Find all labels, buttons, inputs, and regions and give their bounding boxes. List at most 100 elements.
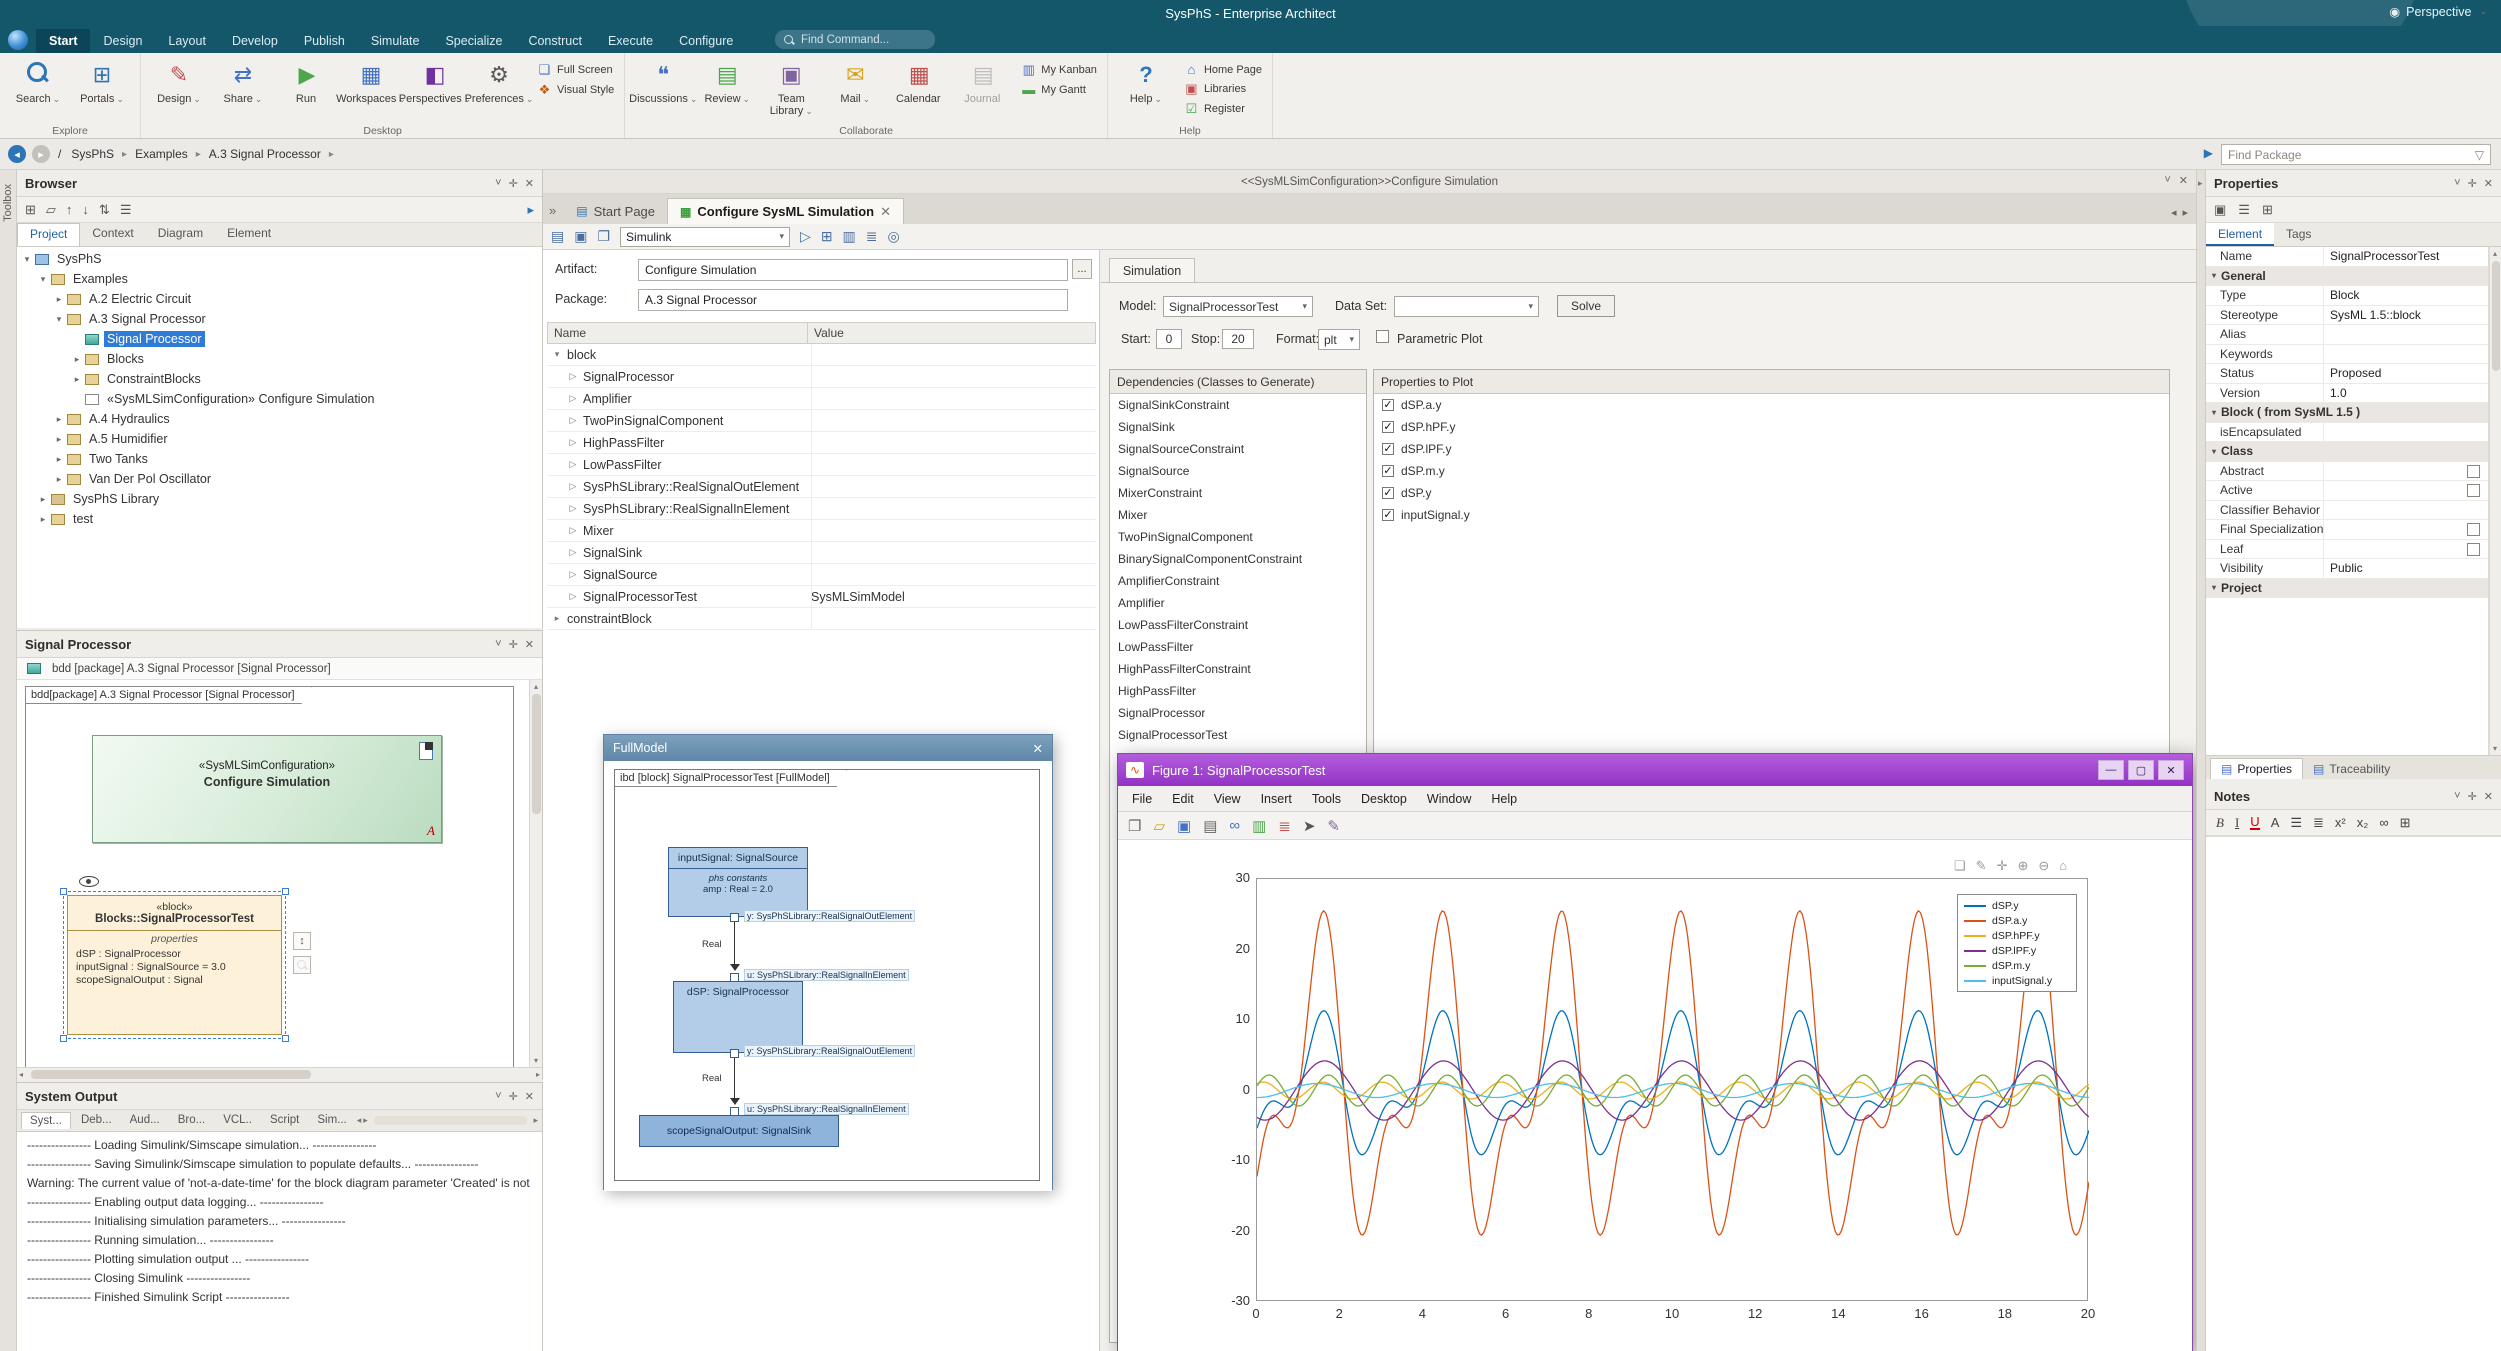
port-icon[interactable] <box>730 913 739 922</box>
run-button[interactable]: ▶ Run <box>275 56 339 105</box>
checkbox-icon[interactable] <box>1382 465 1394 477</box>
config-grid-row[interactable]: ▷ LowPassFilter <box>547 454 1096 476</box>
property-row[interactable]: Project <box>2206 579 2488 599</box>
row-expander-icon[interactable]: ▷ <box>567 525 579 536</box>
close-icon[interactable]: ✕ <box>525 638 534 651</box>
config-grid-row[interactable]: ▷ HighPassFilter <box>547 432 1096 454</box>
my-kanban-button[interactable]: ▥ My Kanban <box>1021 62 1097 78</box>
tree-item[interactable]: Signal Processor <box>17 329 542 349</box>
output-tab[interactable]: Bro... <box>170 1112 213 1129</box>
tree-item[interactable]: ▸ SysPhS Library <box>17 489 542 509</box>
ribbon-tab[interactable]: Design <box>90 29 155 53</box>
properties-tab[interactable]: Element <box>2206 223 2274 246</box>
tree-item[interactable]: ▸ test <box>17 509 542 529</box>
config-grid-row[interactable]: ▷ TwoPinSignalComponent <box>547 410 1096 432</box>
output-tab[interactable]: Deb... <box>73 1112 120 1129</box>
property-row[interactable]: Leaf <box>2206 540 2488 560</box>
tree-item[interactable]: ▾ SysPhS <box>17 249 542 269</box>
team-library-button[interactable]: ▣ Team Library⌄ <box>759 56 823 117</box>
dependency-item[interactable]: MixerConstraint <box>1110 482 1366 504</box>
row-expander-icon[interactable]: ▷ <box>567 481 579 492</box>
full-screen-button[interactable]: ❑ Full Screen <box>537 62 614 78</box>
fullmodel-titlebar[interactable]: FullModel ✕ <box>604 735 1052 761</box>
browser-tab[interactable]: Diagram <box>146 223 215 246</box>
row-expander-icon[interactable]: ▷ <box>567 415 579 426</box>
ribbon-tab[interactable]: Start <box>36 29 90 53</box>
close-icon[interactable]: ✕ <box>2158 760 2184 780</box>
italic-button[interactable]: I <box>2235 815 2239 831</box>
plot-property-item[interactable]: dSP.a.y <box>1374 394 2169 416</box>
hamburger-menu-icon[interactable]: ☰ <box>2238 202 2250 218</box>
property-row[interactable]: Block ( from SysML 1.5 ) <box>2206 403 2488 423</box>
ribbon-tab[interactable]: Simulate <box>358 29 433 53</box>
property-row[interactable]: Stereotype SysML 1.5::block <box>2206 306 2488 326</box>
zoom-in-icon[interactable]: ⊕ <box>2017 858 2028 874</box>
tree-item[interactable]: ▸ Blocks <box>17 349 542 369</box>
run-icon[interactable]: ▷ <box>800 228 811 245</box>
stop-field[interactable]: 20 <box>1222 329 1254 349</box>
menu-item[interactable]: Edit <box>1162 792 1204 806</box>
value-column-header[interactable]: Value <box>808 323 850 343</box>
dependency-item[interactable]: Mixer <box>1110 504 1366 526</box>
output-tab[interactable]: Sim... <box>309 1112 354 1129</box>
name-column-header[interactable]: Name <box>548 323 808 343</box>
close-tab-icon[interactable]: ✕ <box>880 204 891 220</box>
forward-button[interactable]: ▸ <box>32 145 50 163</box>
find-package-play-icon[interactable]: ▶ <box>2204 146 2213 160</box>
tree-expander-icon[interactable]: ▸ <box>53 414 65 425</box>
checkbox-icon[interactable] <box>1382 399 1394 411</box>
checkbox-icon[interactable] <box>1382 487 1394 499</box>
property-row[interactable]: Version 1.0 <box>2206 384 2488 404</box>
property-row[interactable]: Final Specialization <box>2206 520 2488 540</box>
dependency-item[interactable]: HighPassFilterConstraint <box>1110 658 1366 680</box>
dsp-part[interactable]: dSP: SignalProcessor <box>673 981 803 1053</box>
browser-tab[interactable]: Context <box>80 223 145 246</box>
row-expander-icon[interactable]: ▷ <box>567 371 579 382</box>
format-select[interactable]: plt▾ <box>1318 329 1360 350</box>
bottom-tab[interactable]: ▤ Traceability <box>2303 759 2400 779</box>
zoom-glass-icon[interactable] <box>293 956 311 974</box>
design-button[interactable]: ✎ Design⌄ <box>147 56 211 105</box>
plot-property-item[interactable]: dSP.m.y <box>1374 460 2169 482</box>
subscript-button[interactable]: x₂ <box>2357 815 2369 830</box>
chevron-down-icon[interactable]: ˅ <box>495 638 501 651</box>
workspaces-button[interactable]: ▦ Workspaces⌄ <box>339 56 403 105</box>
link-icon[interactable]: ∞ <box>1229 817 1240 834</box>
ribbon-tab[interactable]: Configure <box>666 29 746 53</box>
menu-item[interactable]: File <box>1122 792 1162 806</box>
signal-processor-test-block[interactable]: «block» Blocks::SignalProcessorTest prop… <box>67 895 282 1035</box>
output-tab[interactable]: Syst... <box>21 1112 71 1129</box>
parametric-plot-checkbox[interactable] <box>1376 330 1389 343</box>
close-icon[interactable]: ✕ <box>2484 790 2493 803</box>
legend-icon[interactable]: ≣ <box>1278 817 1291 835</box>
tab-nav-left-icon[interactable]: ◂ <box>2171 206 2177 219</box>
browser-tab[interactable]: Element <box>215 223 283 246</box>
notes-editor[interactable] <box>2206 836 2501 1351</box>
property-row[interactable]: Status Proposed <box>2206 364 2488 384</box>
checkbox-icon[interactable] <box>1382 443 1394 455</box>
new-figure-icon[interactable]: ❐ <box>1128 817 1141 835</box>
tab-overflow-icon[interactable]: » <box>549 203 556 218</box>
row-expander-icon[interactable]: ▷ <box>567 503 579 514</box>
config-grid-row[interactable]: ▷ SignalProcessor <box>547 366 1096 388</box>
pin-icon[interactable]: ✛ <box>2468 177 2477 190</box>
config-grid-row[interactable]: ▷ Amplifier <box>547 388 1096 410</box>
menu-item[interactable]: Tools <box>1302 792 1351 806</box>
breadcrumb-item[interactable]: SysPhS <box>69 147 127 161</box>
dependency-item[interactable]: SignalSourceConstraint <box>1110 438 1366 460</box>
tree-expander-icon[interactable]: ▸ <box>71 354 83 365</box>
minimize-icon[interactable]: — <box>2098 760 2124 780</box>
visual-style-button[interactable]: ❖ Visual Style <box>537 82 614 98</box>
ribbon-tab[interactable]: Execute <box>595 29 666 53</box>
figure-titlebar[interactable]: ∿ Figure 1: SignalProcessorTest —▢✕ <box>1118 754 2192 786</box>
mail-button[interactable]: ✉ Mail⌄ <box>823 56 887 117</box>
copy-icon[interactable]: ❐ <box>597 228 610 245</box>
property-row[interactable]: Active <box>2206 481 2488 501</box>
tree-item[interactable]: ▸ A.2 Electric Circuit <box>17 289 542 309</box>
ribbon-tab[interactable]: Publish <box>291 29 358 53</box>
config-grid-row[interactable]: ▷ SysPhSLibrary::RealSignalOutElement <box>547 476 1096 498</box>
tree-item[interactable]: ▸ Two Tanks <box>17 449 542 469</box>
databrush-icon[interactable]: ✎ <box>1976 858 1987 874</box>
pan-icon[interactable]: ✛ <box>1997 858 2008 874</box>
tree-item[interactable]: ▸ A.4 Hydraulics <box>17 409 542 429</box>
